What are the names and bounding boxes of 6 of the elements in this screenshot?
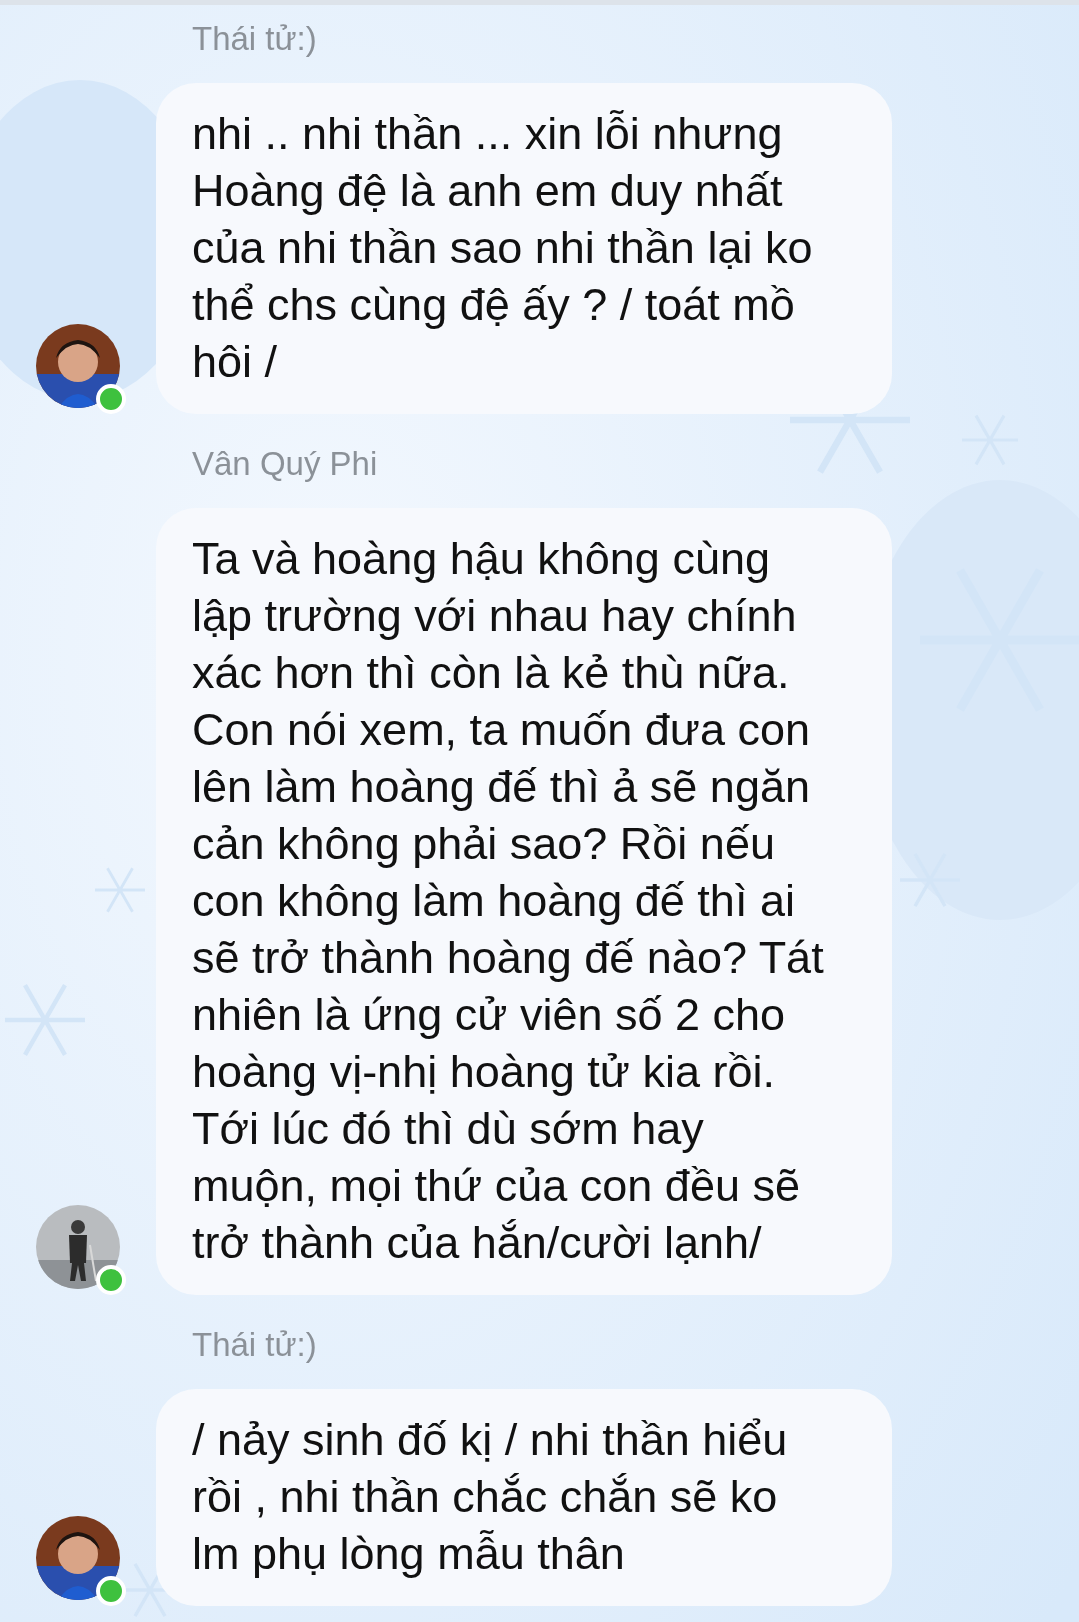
sender-name: Vân Quý Phi — [192, 444, 379, 484]
message-bubble: / nảy sinh đố kị / nhi thần hiểu rồi , nhi thần chắc chắn sẽ ko lm phụ lòng mẫu thân — [156, 1389, 892, 1606]
message-bubble: Ta và hoàng hậu không cùng lập trường với nhau hay chính xác hơn thì còn là kẻ thù nữa. Con nói xem, ta muốn đưa con lên làm hoàng đế thì ả sẽ ngăn cản không phải sao? Rồi nếu con không làm hoàng đế thì ai sẽ trở thành hoàng đế nào? Tát nhiên là ứng cử viên số 2 cho hoàng vị-nhị hoàng tử kia rồi. Tới lúc đó thì dù sớm hay muộn, mọi thứ của con đều sẽ trở thành của hắn/cười lạnh/ — [156, 508, 892, 1295]
sender-name: Thái tử:) — [192, 19, 318, 59]
sender-name: Thái tử:) — [192, 1325, 318, 1365]
message-bubble: nhi .. nhi thần ... xin lỗi nhưng Hoàng đệ là anh em duy nhất của nhi thần sao nhi thần lại ko thể chs cùng đệ ấy ? / toát mồ hôi / — [156, 83, 892, 414]
